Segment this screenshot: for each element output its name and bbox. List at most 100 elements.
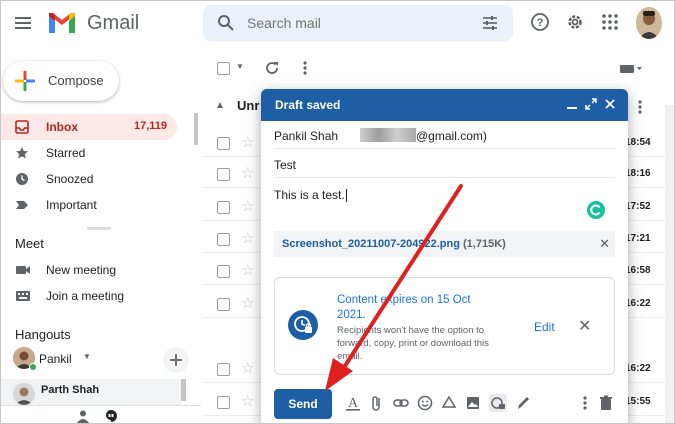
grammarly-icon[interactable] <box>587 201 605 219</box>
google-apps-icon[interactable] <box>600 12 620 32</box>
confidential-mode-icon[interactable] <box>489 394 507 412</box>
send-button[interactable]: Send <box>274 389 332 419</box>
mail-toolbar: ▼ <box>203 55 663 83</box>
search-bar[interactable] <box>203 5 513 41</box>
row-time: 16:22 <box>625 363 651 374</box>
emoji-icon[interactable] <box>417 394 433 412</box>
subject-field[interactable]: Test <box>274 150 615 178</box>
search-options-icon[interactable] <box>481 14 499 32</box>
star-icon[interactable]: ☆ <box>241 263 254 279</box>
sidebar-item-inbox[interactable]: Inbox 17,119 <box>1 114 177 140</box>
search-input[interactable] <box>247 13 447 33</box>
row-checkbox[interactable] <box>217 233 230 246</box>
close-icon[interactable]: ✕ <box>578 316 591 336</box>
discard-draft-trash-icon[interactable] <box>598 394 614 412</box>
star-icon[interactable]: ☆ <box>241 199 254 215</box>
person-icon[interactable] <box>76 409 90 423</box>
compose-button[interactable]: Compose <box>3 61 119 101</box>
row-time: 15:55 <box>625 396 651 407</box>
row-time: 17:21 <box>625 233 651 244</box>
sidebar-item-important[interactable]: Important <box>1 192 177 218</box>
confidential-edit-link[interactable]: Edit <box>534 320 555 334</box>
star-icon[interactable]: ☆ <box>241 361 254 377</box>
sidebar-item-new-meeting[interactable]: New meeting <box>1 257 177 283</box>
section-more-icon[interactable] <box>637 99 643 115</box>
insert-photo-icon[interactable] <box>465 394 481 412</box>
compose-plus-icon <box>13 69 37 93</box>
row-checkbox[interactable] <box>217 298 230 311</box>
recipient-email-suffix: @gmail.com) <box>416 129 487 143</box>
text-formatting-icon[interactable]: A <box>345 394 361 412</box>
row-checkbox[interactable] <box>217 265 230 278</box>
row-checkbox[interactable] <box>217 363 230 376</box>
sidebar-item-starred[interactable]: Starred <box>1 140 177 166</box>
sidebar-scrollbar[interactable] <box>194 113 198 145</box>
fullscreen-icon[interactable] <box>585 97 597 111</box>
close-icon[interactable] <box>604 97 616 111</box>
sidebar-item-label: Snoozed <box>46 172 94 186</box>
mail-list-scrollbar[interactable] <box>665 105 674 423</box>
select-dropdown-chevron-icon[interactable]: ▼ <box>236 62 244 71</box>
hangouts-scrollbar[interactable] <box>181 379 186 401</box>
text-cursor <box>345 189 347 203</box>
remove-attachment-icon[interactable]: ✕ <box>599 236 610 252</box>
insert-link-icon[interactable] <box>393 394 409 412</box>
compose-header[interactable]: Draft saved <box>261 89 628 121</box>
row-checkbox[interactable] <box>217 396 230 409</box>
online-status-dot <box>29 363 37 371</box>
recipients-field[interactable]: Pankil Shah @gmail.com) <box>274 121 615 149</box>
inbox-icon <box>15 120 29 134</box>
video-camera-icon <box>15 263 31 277</box>
star-icon[interactable]: ☆ <box>241 394 254 410</box>
star-icon[interactable]: ☆ <box>241 231 254 247</box>
gmail-brand[interactable]: Gmail <box>87 12 139 35</box>
chevron-up-icon[interactable]: ▲ <box>215 100 225 111</box>
sidebar-item-label: Join a meeting <box>46 289 125 303</box>
sidebar-item-join-meeting[interactable]: Join a meeting <box>1 283 177 309</box>
hangouts-user[interactable]: Pankil ▼ <box>13 347 163 371</box>
confidential-description: Recipients won't have the option to forw… <box>337 325 489 362</box>
settings-gear-icon[interactable] <box>565 12 585 32</box>
keyboard-icon <box>15 289 31 303</box>
attachment-chip[interactable]: Screenshot_20211007-204922.png (1,715K) … <box>274 231 615 257</box>
compose-title: Draft saved <box>275 98 341 112</box>
sidebar-item-label: Inbox <box>46 120 78 134</box>
row-time: 16:22 <box>625 298 651 309</box>
inbox-count-badge: 17,119 <box>133 120 167 132</box>
row-checkbox[interactable] <box>217 201 230 214</box>
hangouts-chat-icon[interactable] <box>104 409 118 423</box>
more-vert-icon[interactable] <box>302 60 308 76</box>
keyboard-input-icon[interactable] <box>619 63 643 75</box>
row-time: 17:52 <box>625 201 651 212</box>
row-checkbox[interactable] <box>217 168 230 181</box>
google-drive-icon[interactable] <box>441 394 457 412</box>
refresh-icon[interactable] <box>264 60 280 76</box>
select-all-checkbox[interactable] <box>217 62 230 75</box>
sidebar-item-snoozed[interactable]: Snoozed <box>1 166 177 192</box>
row-time: 18:54 <box>625 137 651 148</box>
contact-name: Parth Shah <box>41 384 100 396</box>
main-menu-icon[interactable] <box>13 13 33 33</box>
star-icon[interactable]: ☆ <box>241 135 254 151</box>
meet-section-title: Meet <box>15 236 44 251</box>
star-icon[interactable]: ☆ <box>241 166 254 182</box>
avatar <box>13 383 35 405</box>
help-icon[interactable]: ? <box>530 12 550 32</box>
message-body[interactable]: This is a test. <box>274 188 347 203</box>
minimize-icon[interactable] <box>566 97 578 111</box>
search-icon[interactable] <box>217 14 235 32</box>
svg-text:A: A <box>348 396 359 411</box>
gmail-window: Gmail ? Compose <box>0 0 675 424</box>
gmail-logo-icon[interactable] <box>47 11 77 35</box>
account-avatar[interactable] <box>636 7 662 39</box>
star-icon[interactable]: ☆ <box>241 296 254 312</box>
top-bar: Gmail ? <box>1 1 674 45</box>
chevron-down-icon[interactable]: ▼ <box>83 352 91 361</box>
clock-icon <box>15 172 29 186</box>
sidebar-item-label: Important <box>46 198 97 212</box>
more-options-icon[interactable] <box>577 394 593 412</box>
signature-pen-icon[interactable] <box>515 394 531 412</box>
add-hangout-button[interactable] <box>163 347 189 373</box>
row-checkbox[interactable] <box>217 137 230 150</box>
attach-file-icon[interactable] <box>369 394 385 412</box>
